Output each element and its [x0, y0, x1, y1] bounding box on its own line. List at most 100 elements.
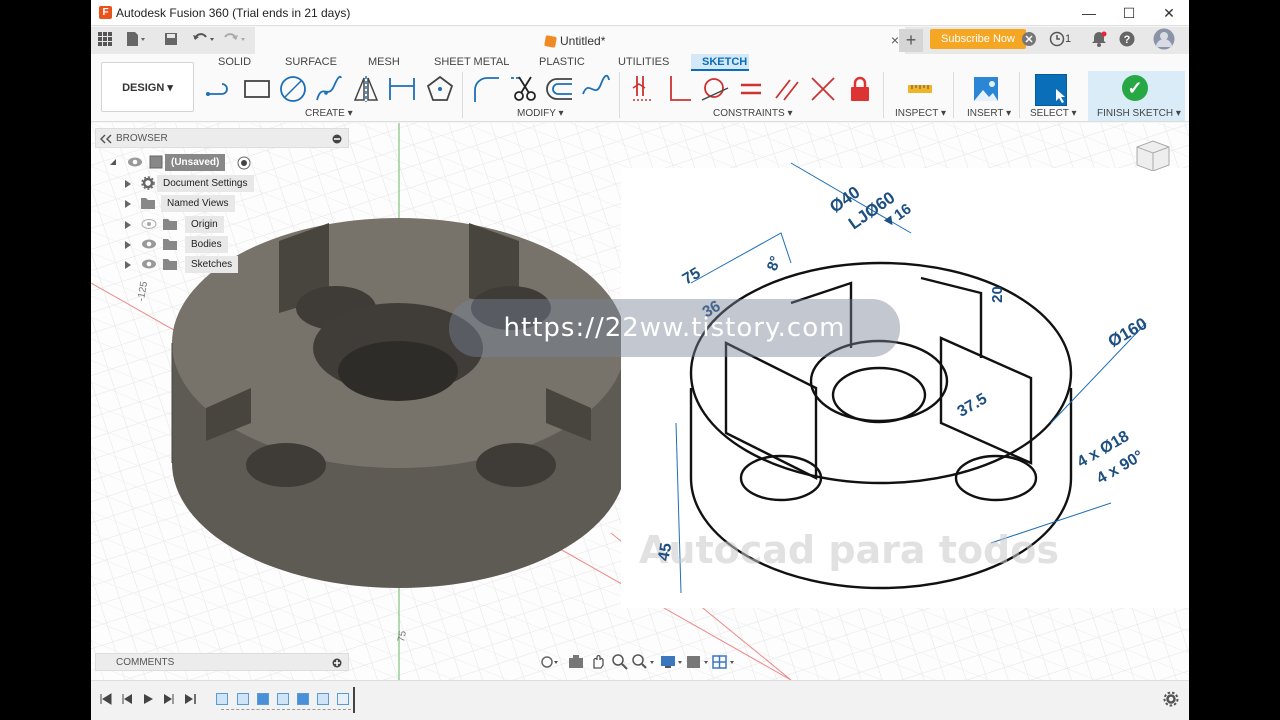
equal-constraint-icon[interactable]: [736, 74, 766, 104]
offset-tool-icon[interactable]: [545, 74, 575, 104]
tree-item-origin[interactable]: Origin: [123, 216, 343, 234]
eye-hidden-icon[interactable]: [141, 218, 157, 230]
help-icon[interactable]: ?: [1119, 31, 1135, 51]
subscribe-button[interactable]: Subscribe Now: [930, 29, 1026, 49]
fillet-tool-icon[interactable]: [472, 74, 502, 104]
timeline-extrude-feature[interactable]: [297, 693, 309, 705]
timeline-pattern-feature[interactable]: [277, 693, 289, 705]
gear-icon[interactable]: [1163, 691, 1179, 707]
perpendicular-constraint-icon[interactable]: [665, 74, 695, 104]
tab-sheet-metal[interactable]: SHEET METAL: [434, 56, 509, 68]
finish-sketch-button[interactable]: ✓ FINISH SKETCH ▾: [1088, 71, 1185, 121]
collapsed-arrow-icon[interactable]: [125, 180, 131, 188]
orbit-icon[interactable]: [540, 654, 558, 670]
tab-sketch[interactable]: SKETCH: [702, 56, 747, 68]
polygon-tool-icon[interactable]: [425, 74, 455, 104]
zoom-icon[interactable]: [612, 654, 628, 670]
line-tool-icon[interactable]: [205, 74, 235, 104]
midpoint-constraint-icon[interactable]: [808, 74, 838, 104]
grid-settings-icon[interactable]: [712, 654, 736, 670]
document-tab[interactable]: Untitled* ×: [255, 27, 905, 54]
timeline-canvas-feature[interactable]: [337, 693, 349, 705]
eye-icon[interactable]: [127, 156, 143, 168]
tab-mesh[interactable]: MESH: [368, 56, 400, 68]
mirror-tool-icon[interactable]: [351, 74, 381, 104]
tree-item-root[interactable]: (Unsaved): [109, 154, 349, 172]
collapse-panel-icon[interactable]: [100, 134, 112, 144]
tree-item-bodies[interactable]: Bodies: [123, 236, 343, 254]
browser-panel-header[interactable]: BROWSER: [95, 128, 349, 148]
insert-image-icon[interactable]: [971, 74, 1001, 104]
timeline-extrude-feature[interactable]: [237, 693, 249, 705]
step-forward-icon[interactable]: [163, 693, 175, 705]
job-status-icon[interactable]: [1049, 31, 1065, 51]
dimension-tool-icon[interactable]: [387, 74, 417, 104]
coincident-constraint-icon[interactable]: [629, 74, 659, 104]
folder-icon: [141, 198, 155, 209]
collapsed-arrow-icon[interactable]: [125, 200, 131, 208]
circle-tool-icon[interactable]: [278, 74, 308, 104]
tree-item-document-settings[interactable]: Document Settings: [123, 175, 343, 193]
tree-item-sketches[interactable]: Sketches: [123, 256, 343, 274]
collapsed-arrow-icon[interactable]: [125, 261, 131, 269]
activate-radio-icon[interactable]: [237, 156, 251, 170]
tree-item-named-views[interactable]: Named Views: [123, 195, 343, 213]
parallel-constraint-icon[interactable]: [772, 74, 802, 104]
extensions-icon[interactable]: [1021, 31, 1037, 51]
fix-constraint-icon[interactable]: [845, 74, 875, 104]
tab-surface[interactable]: SURFACE: [285, 56, 337, 68]
fit-icon[interactable]: [632, 654, 656, 670]
collapsed-arrow-icon[interactable]: [125, 241, 131, 249]
insert-menu[interactable]: INSERT ▾: [967, 108, 1011, 119]
rectangle-tool-icon[interactable]: [242, 74, 272, 104]
eye-icon[interactable]: [141, 238, 157, 250]
collapsed-arrow-icon[interactable]: [125, 221, 131, 229]
timeline-sketch-feature[interactable]: [216, 693, 228, 705]
step-back-icon[interactable]: [121, 693, 133, 705]
select-tool-icon[interactable]: [1035, 74, 1067, 106]
timeline-marker[interactable]: [353, 687, 355, 713]
view-cube-icon[interactable]: [1131, 137, 1175, 171]
timeline-sketch-feature[interactable]: [317, 693, 329, 705]
comments-title: COMMENTS: [116, 657, 175, 668]
look-at-icon[interactable]: [568, 654, 584, 670]
measure-tool-icon[interactable]: [905, 74, 935, 104]
modify-menu[interactable]: MODIFY ▾: [517, 108, 564, 119]
new-tab-button[interactable]: +: [899, 29, 923, 52]
inspect-menu[interactable]: INSPECT ▾: [895, 108, 946, 119]
tab-plastic[interactable]: PLASTIC: [539, 56, 585, 68]
add-comment-icon[interactable]: [332, 658, 342, 668]
play-icon[interactable]: [142, 693, 154, 705]
comments-panel[interactable]: COMMENTS: [95, 653, 349, 671]
go-to-end-icon[interactable]: [184, 693, 196, 705]
go-to-start-icon[interactable]: [100, 693, 112, 705]
display-settings-icon[interactable]: [660, 654, 684, 670]
select-menu[interactable]: SELECT ▾: [1030, 108, 1077, 119]
expanded-arrow-icon[interactable]: [109, 158, 117, 166]
notifications-icon[interactable]: [1091, 31, 1107, 51]
close-button[interactable]: ✕: [1149, 0, 1189, 26]
workspace-switcher[interactable]: DESIGN ▾: [101, 62, 194, 112]
timeline-extrude-feature[interactable]: [257, 693, 269, 705]
pan-icon[interactable]: [590, 654, 606, 670]
undo-icon[interactable]: [191, 31, 217, 51]
maximize-button[interactable]: ☐: [1109, 0, 1149, 26]
sketch-scale-tool-icon[interactable]: [581, 74, 611, 104]
grid-icon[interactable]: [98, 31, 112, 51]
visual-style-icon[interactable]: [686, 654, 710, 670]
tab-utilities[interactable]: UTILITIES: [618, 56, 669, 68]
create-menu[interactable]: CREATE ▾: [305, 108, 353, 119]
constraints-menu[interactable]: CONSTRAINTS ▾: [713, 108, 792, 119]
tab-solid[interactable]: SOLID: [218, 56, 251, 68]
tangent-constraint-icon[interactable]: [700, 74, 730, 104]
trim-tool-icon[interactable]: [509, 74, 539, 104]
browser-minimize-icon[interactable]: [332, 134, 342, 144]
user-avatar[interactable]: [1153, 28, 1175, 50]
save-icon[interactable]: [164, 31, 178, 51]
close-tab-icon[interactable]: ×: [891, 32, 899, 48]
minimize-button[interactable]: —: [1069, 0, 1109, 26]
file-icon[interactable]: [126, 31, 146, 51]
eye-icon[interactable]: [141, 258, 157, 270]
spline-tool-icon[interactable]: [314, 74, 344, 104]
redo-icon[interactable]: [222, 31, 248, 51]
